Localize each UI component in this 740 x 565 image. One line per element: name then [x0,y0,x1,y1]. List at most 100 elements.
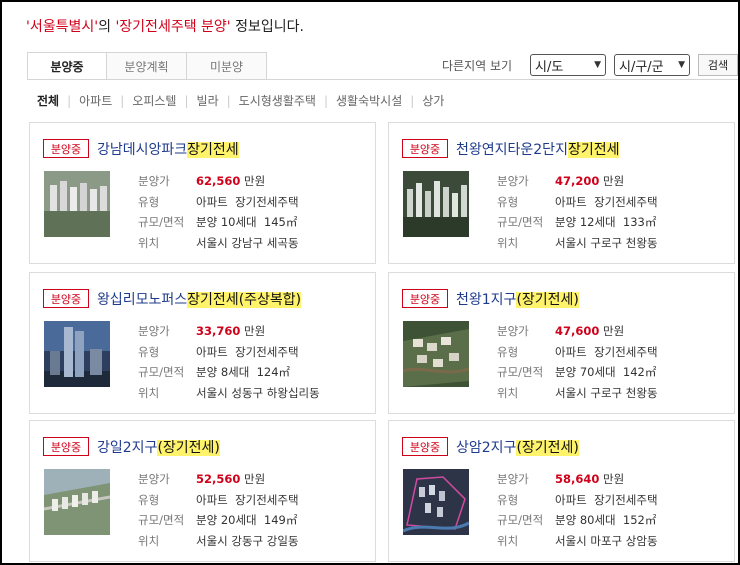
filter-officetel[interactable]: 오피스텔 [124,92,184,109]
status-badge: 분양중 [402,437,448,456]
listing-tag: 장기전세 [567,142,620,158]
listing-title[interactable]: 왕십리모노퍼스장기전세(주상복합) [97,289,302,309]
status-badge: 분양중 [43,289,89,308]
listing-title[interactable]: 상암2지구(장기전세) [456,437,579,457]
location-label: 위치 [497,533,519,548]
listing-thumbnail[interactable] [403,469,469,535]
listing-card[interactable]: 분양중 강남데시앙파크장기전세 분양가 62,560 만원 유형 아파트 장기전세주… [29,122,376,264]
units-value: 분양 20세대 [196,513,257,527]
price-value: 52,560 [196,472,241,486]
listing-info: 분양가 33,760 만원 유형 아파트 장기전세주택 규모/면적 분양 8세대 12… [138,321,320,403]
listing-card[interactable]: 분양중 강일2지구(장기전세) 분양가 52,560 만원 유형 아파트 장기전세주… [29,420,376,562]
price-label: 분양가 [138,174,170,188]
price-label: 분양가 [497,324,529,338]
area-value: 145㎡ [263,215,298,229]
subtype-value: 장기전세주택 [594,344,658,359]
status-tabs: 분양중 분양계획 미분양 [27,52,267,80]
filter-villa[interactable]: 빌라 [189,92,227,109]
units-value: 분양 10세대 [196,215,257,229]
type-filter-bar: 전체 | 아파트 | 오피스텔 | 빌라 | 도시형생활주택 | 생활숙박시설 | 상가 [37,92,452,109]
listing-thumbnail[interactable] [44,469,110,535]
subtype-value: 장기전세주택 [594,492,658,507]
listing-card[interactable]: 분양중 상암2지구(장기전세) 분양가 58,640 만원 유형 아파트 장기전세주… [388,420,735,562]
price-unit: 만원 [244,472,266,486]
price-unit: 만원 [244,324,266,338]
tab-divider [27,79,738,80]
status-badge: 분양중 [402,289,448,308]
listing-name: 왕십리모노퍼스 [97,292,188,308]
listing-name: 천왕연지타운2단지 [456,142,568,158]
region-filter-label: 다른지역 보기 [442,58,513,73]
subtype-value: 장기전세주택 [235,492,299,507]
listing-title[interactable]: 천왕연지타운2단지장기전세 [456,139,620,159]
location-label: 위치 [138,235,160,250]
price-label: 분양가 [497,472,529,486]
page-frame: '서울특별시'의 '장기전세주택 분양' 정보입니다. 분양중 분양계획 미분양… [0,0,740,565]
header-mid: 의 [98,19,116,35]
sigungu-select-value: 시/구/군 [619,59,664,75]
location-label: 위치 [497,235,519,250]
location-label: 위치 [497,385,519,400]
listing-thumbnail[interactable] [44,321,110,387]
header-type: '장기전세주택 분양' [115,19,231,35]
subtype-value: 장기전세주택 [235,344,299,359]
subtype-value: 장기전세주택 [594,194,658,209]
price-label: 분양가 [138,472,170,486]
filter-commercial[interactable]: 상가 [414,92,452,109]
type-label: 유형 [138,344,160,359]
listing-card[interactable]: 분양중 천왕연지타운2단지장기전세 분양가 47,200 만원 유형 아파트 장기전… [388,122,735,264]
type-value: 아파트 [555,344,587,359]
price-unit: 만원 [603,174,625,188]
listing-title[interactable]: 강일2지구(장기전세) [97,437,220,457]
region-filter: 다른지역 보기 시/도 ▼ 시/구/군 ▼ 검색 [442,54,738,76]
listing-thumbnail[interactable] [44,171,110,237]
tab-unsold[interactable]: 미분양 [187,52,267,80]
listing-name: 강남데시앙파크 [97,142,188,158]
filter-apartment[interactable]: 아파트 [71,92,120,109]
location-value: 서울시 마포구 상암동 [555,533,658,548]
price-value: 47,200 [555,174,600,188]
price-label: 분양가 [497,174,529,188]
listing-tag: (장기전세) [516,440,579,456]
tab-on-sale[interactable]: 분양중 [27,52,107,80]
subtype-value: 장기전세주택 [235,194,299,209]
type-value: 아파트 [555,194,587,209]
listing-title[interactable]: 강남데시앙파크장기전세 [97,139,239,159]
listing-title[interactable]: 천왕1지구(장기전세) [456,289,579,309]
sido-select[interactable]: 시/도 ▼ [530,54,606,76]
listing-name: 천왕1지구 [456,292,517,308]
status-badge: 분양중 [43,437,89,456]
listing-thumbnail[interactable] [403,321,469,387]
listing-info: 분양가 52,560 만원 유형 아파트 장기전세주택 규모/면적 분양 20세대 1… [138,469,299,551]
price-label: 분양가 [138,324,170,338]
listing-info: 분양가 62,560 만원 유형 아파트 장기전세주택 규모/면적 분양 10세대 1… [138,171,299,253]
chevron-down-icon: ▼ [678,60,685,70]
type-value: 아파트 [196,194,228,209]
sigungu-select[interactable]: 시/구/군 ▼ [614,54,690,76]
units-value: 분양 80세대 [555,513,616,527]
area-value: 142㎡ [622,365,657,379]
price-value: 62,560 [196,174,241,188]
type-value: 아파트 [196,492,228,507]
units-value: 분양 8세대 [196,365,250,379]
tab-planned[interactable]: 분양계획 [107,52,187,80]
size-label: 규모/면적 [497,215,544,229]
search-button[interactable]: 검색 [698,54,738,76]
size-label: 규모/면적 [497,513,544,527]
type-label: 유형 [138,194,160,209]
area-value: 152㎡ [622,513,657,527]
filter-urban-housing[interactable]: 도시형생활주택 [231,92,324,109]
type-label: 유형 [497,344,519,359]
filter-all[interactable]: 전체 [37,92,67,109]
page-header: '서울특별시'의 '장기전세주택 분양' 정보입니다. [26,16,304,36]
location-value: 서울시 성동구 하왕십리동 [196,385,320,400]
type-label: 유형 [138,492,160,507]
listing-thumbnail[interactable] [403,171,469,237]
type-value: 아파트 [555,492,587,507]
listing-card[interactable]: 분양중 천왕1지구(장기전세) 분양가 47,600 만원 유형 아파트 장기전세주… [388,272,735,414]
location-value: 서울시 구로구 천왕동 [555,235,658,250]
location-label: 위치 [138,533,160,548]
filter-residence-lodging[interactable]: 생활숙박시설 [328,92,410,109]
listing-card[interactable]: 분양중 왕십리모노퍼스장기전세(주상복합) 분양가 33,760 만원 유형 아파트… [29,272,376,414]
location-value: 서울시 강동구 강일동 [196,533,299,548]
